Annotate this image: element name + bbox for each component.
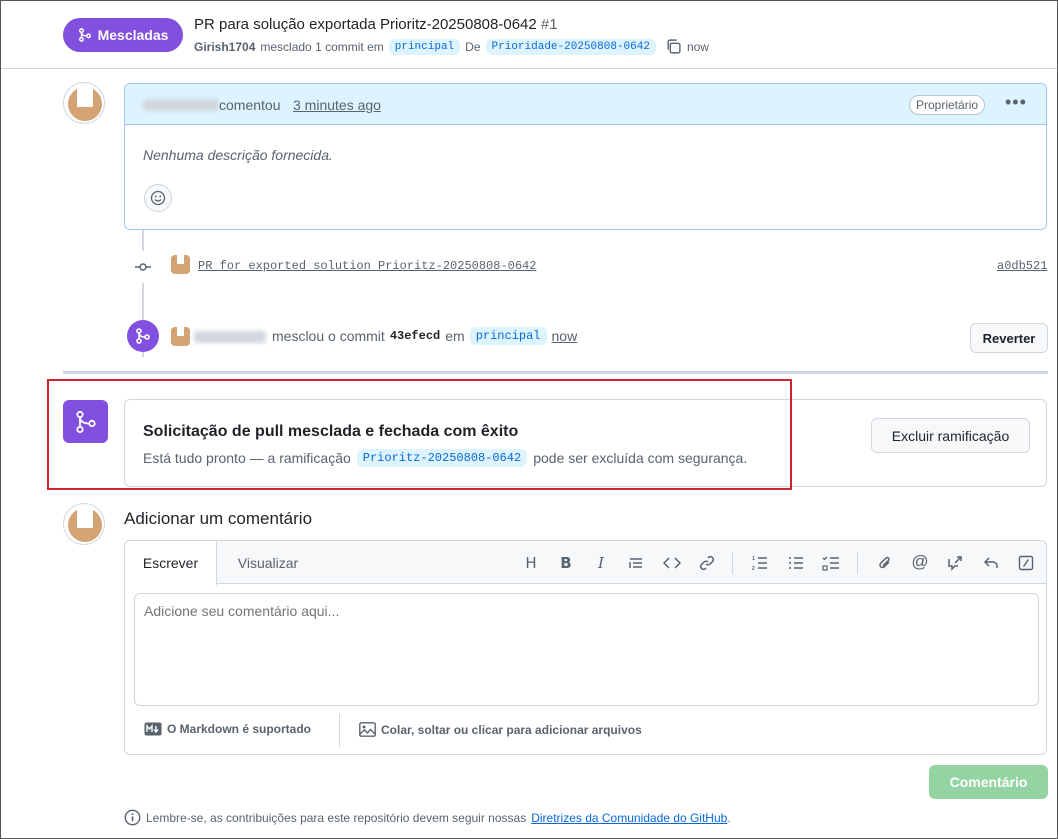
comment-box: comentou 3 minutes ago Proprietário ••• … bbox=[124, 83, 1047, 230]
pr-author[interactable]: Girish1704 bbox=[194, 40, 255, 54]
pr-meta: Girish1704 mesclado 1 commit em principa… bbox=[194, 38, 709, 55]
slash-command-icon[interactable] bbox=[1016, 553, 1036, 573]
comment-time[interactable]: 3 minutes ago bbox=[293, 97, 381, 113]
commit-icon bbox=[135, 259, 151, 275]
from-text: De bbox=[465, 39, 481, 54]
comment-author-redacted bbox=[143, 99, 219, 111]
role-badge: Proprietário bbox=[909, 95, 986, 115]
merger-avatar[interactable] bbox=[171, 327, 190, 346]
pr-time: now bbox=[686, 39, 709, 54]
merge-node bbox=[127, 320, 159, 352]
avatar[interactable] bbox=[63, 82, 105, 124]
avatar[interactable] bbox=[63, 503, 105, 545]
bold-icon[interactable]: B bbox=[556, 553, 576, 573]
delete-branch-button[interactable]: Excluir ramificação bbox=[871, 418, 1030, 453]
commit-author-avatar[interactable] bbox=[171, 255, 190, 274]
merge-time[interactable]: now bbox=[552, 328, 578, 344]
code-icon[interactable] bbox=[662, 553, 682, 573]
italic-icon[interactable]: I bbox=[591, 553, 611, 573]
unordered-list-icon[interactable] bbox=[786, 553, 806, 573]
ordered-list-icon[interactable]: 12 bbox=[750, 553, 770, 573]
state-badge: Mescladas bbox=[63, 18, 183, 52]
footer-text: Lembre-se, as contribuições para este re… bbox=[146, 810, 527, 825]
attach-icon[interactable] bbox=[875, 553, 895, 573]
head-branch[interactable]: Prioridade-20250808-0642 bbox=[485, 38, 656, 55]
merger-name-redacted bbox=[194, 331, 266, 343]
comment-editor: Escrever Visualizar H B I 12 @ Adicione … bbox=[124, 540, 1047, 755]
commit-sha[interactable]: a0db521 bbox=[997, 259, 1047, 273]
footer-note: Lembre-se, as contribuições para este re… bbox=[124, 809, 731, 826]
markdown-icon bbox=[144, 722, 162, 736]
merge-event-text: mesclou o commit 43efecd em principal no… bbox=[272, 327, 577, 345]
comment-action: comentou bbox=[219, 97, 281, 113]
svg-text:1: 1 bbox=[752, 556, 755, 562]
quote-icon[interactable] bbox=[626, 553, 646, 573]
mention-icon[interactable]: @ bbox=[910, 552, 930, 572]
state-label: Mescladas bbox=[97, 27, 169, 43]
reaction-button[interactable] bbox=[144, 184, 172, 212]
merge-text: mesclou o commit bbox=[272, 328, 385, 344]
comment-textarea[interactable] bbox=[134, 593, 1039, 706]
timeline-divider bbox=[63, 371, 1048, 374]
link-icon[interactable] bbox=[697, 553, 717, 573]
commit-message[interactable]: PR for exported solution Prioritz-202508… bbox=[198, 259, 536, 273]
pr-title-row: PR para solução exportada Prioritz-20250… bbox=[194, 16, 558, 33]
reply-icon[interactable] bbox=[981, 553, 1001, 573]
submit-comment-button[interactable]: Comentário bbox=[929, 765, 1048, 799]
tab-preview[interactable]: Visualizar bbox=[217, 541, 319, 584]
footer-period: . bbox=[727, 810, 731, 825]
heading-icon[interactable]: H bbox=[521, 553, 541, 573]
svg-text:2: 2 bbox=[752, 566, 755, 571]
more-options-icon[interactable]: ••• bbox=[1005, 92, 1027, 113]
comment-header: comentou 3 minutes ago Proprietário ••• bbox=[125, 84, 1046, 125]
add-comment-heading: Adicionar um comentário bbox=[124, 509, 313, 528]
editor-toolbar: Escrever Visualizar H B I 12 @ bbox=[125, 541, 1046, 585]
cross-reference-icon[interactable] bbox=[945, 553, 965, 573]
commit-node bbox=[127, 251, 159, 283]
merge-sha[interactable]: 43efecd bbox=[390, 329, 440, 343]
base-branch[interactable]: principal bbox=[388, 38, 461, 55]
merge-in-text: em bbox=[445, 328, 465, 344]
toolbar-separator bbox=[732, 552, 733, 574]
merge-branch[interactable]: principal bbox=[469, 327, 547, 345]
community-guidelines-link[interactable]: Diretrizes da Comunidade do GitHub bbox=[531, 811, 727, 825]
comment-body: Nenhuma descrição fornecida. bbox=[143, 147, 333, 163]
task-list-icon[interactable] bbox=[821, 553, 841, 573]
header-divider bbox=[1, 68, 1057, 69]
markdown-note-text: O Markdown é suportado bbox=[167, 722, 312, 736]
image-icon bbox=[359, 722, 376, 737]
toolbar-separator bbox=[857, 552, 858, 574]
attach-note[interactable]: Colar, soltar ou clicar para adicionar a… bbox=[359, 722, 642, 737]
revert-button[interactable]: Reverter bbox=[970, 323, 1048, 353]
tab-write[interactable]: Escrever bbox=[125, 541, 217, 585]
highlight-box bbox=[47, 379, 792, 490]
merge-icon bbox=[78, 28, 92, 42]
pr-number: #1 bbox=[540, 16, 558, 33]
footer-separator bbox=[339, 714, 340, 747]
attach-note-text: Colar, soltar ou clicar para adicionar a… bbox=[381, 722, 642, 737]
pr-title: PR para solução exportada Prioritz-20250… bbox=[194, 16, 537, 33]
info-icon bbox=[124, 809, 141, 826]
markdown-note[interactable]: O Markdown é suportado bbox=[144, 722, 311, 736]
smiley-icon bbox=[150, 190, 166, 206]
copy-icon[interactable] bbox=[665, 38, 682, 55]
merge-icon bbox=[135, 328, 151, 344]
pr-merged-text: mesclado 1 commit em bbox=[260, 39, 384, 54]
